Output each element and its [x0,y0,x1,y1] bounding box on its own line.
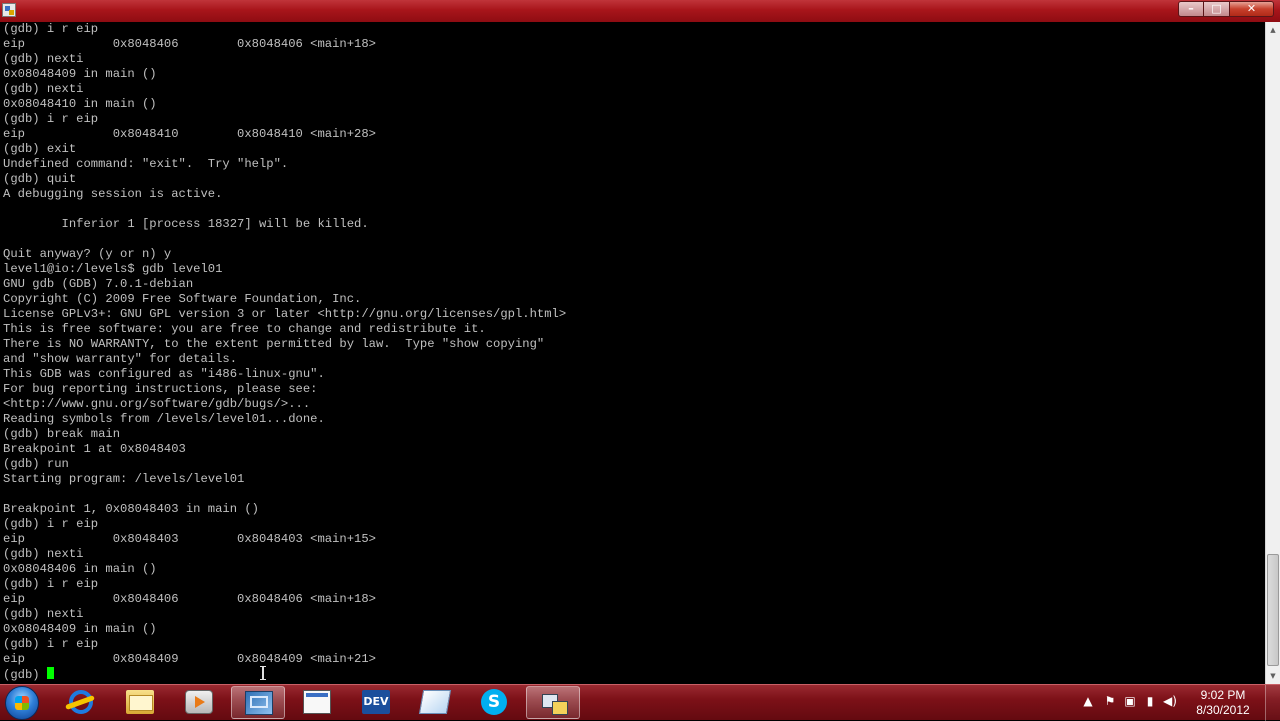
terminal-line: Quit anyway? (y or n) y [3,247,172,261]
flag-icon[interactable]: ⚑ [1102,693,1118,709]
clock-time: 9:02 PM [1200,688,1246,702]
taskbar-clock[interactable]: 9:02 PM 8/30/2012 [1188,688,1258,718]
terminal-line: There is NO WARRANTY, to the extent perm… [3,337,545,351]
internet-explorer-icon [69,690,93,714]
tray-overflow-arrow-icon[interactable]: ▲ [1080,693,1096,709]
taskbar-button-media-player[interactable] [172,686,226,719]
terminal-line: (gdb) i r eip [3,112,99,126]
dev-icon: DEV [362,690,390,714]
taskbar-button-windows-explorer[interactable] [113,686,167,719]
media-player-icon [185,690,213,714]
terminal-line: GNU gdb (GDB) 7.0.1-debian [3,277,194,291]
taskbar-button-notes-app[interactable] [408,686,462,719]
terminal-line: eip 0x8048406 0x8048406 <main+18> [3,37,376,51]
terminal-window[interactable]: (gdb) i r eip eip 0x8048406 0x8048406 <m… [0,22,1265,684]
clock-date: 8/30/2012 [1196,703,1250,717]
mouse-ibeam-cursor-icon [260,666,266,680]
window-controls: – □ ✕ [1178,1,1274,17]
putty-icon [540,691,568,715]
taskbar: DEV S ▲ ⚑ ▣ ▮ ◀) 9:02 PM 8/30/2012 [0,684,1280,721]
terminal-line: This GDB was configured as "i486-linux-g… [3,367,325,381]
close-button[interactable]: ✕ [1230,1,1274,17]
terminal-line: (gdb) nexti [3,82,84,96]
start-button[interactable] [5,686,39,720]
window-title-bar[interactable]: – □ ✕ [0,0,1280,22]
terminal-line: 0x08048410 in main () [3,97,157,111]
terminal-line: eip 0x8048406 0x8048406 <main+18> [3,592,376,606]
scroll-down-arrow-icon[interactable]: ▼ [1266,668,1280,684]
terminal-line: (gdb) i r eip [3,577,99,591]
terminal-line: A debugging session is active. [3,187,223,201]
taskbar-button-dev-app[interactable]: DEV [349,686,403,719]
signal-icon[interactable]: ▮ [1142,693,1158,709]
system-tray: ▲ ⚑ ▣ ▮ ◀) 9:02 PM 8/30/2012 [1080,685,1280,721]
terminal-line: (gdb) nexti [3,52,84,66]
terminal-line: Inferior 1 [process 18327] will be kille… [61,217,369,231]
terminal-line: License GPLv3+: GNU GPL version 3 or lat… [3,307,567,321]
terminal-line: 0x08048406 in main () [3,562,157,576]
terminal-line: (gdb) quit [3,172,77,186]
folder-icon [126,690,154,714]
terminal-line: Reading symbols from /levels/level01...d… [3,412,325,426]
taskbar-button-putty[interactable] [526,686,580,719]
taskbar-button-remote-desktop[interactable] [231,686,285,719]
terminal-line: 0x08048409 in main () [3,622,157,636]
network-icon[interactable]: ▣ [1122,693,1138,709]
terminal-cursor [46,667,54,679]
terminal-line: Copyright (C) 2009 Free Software Foundat… [3,292,362,306]
skype-icon: S [481,689,507,715]
terminal-line: (gdb) run [3,457,69,471]
scroll-up-arrow-icon[interactable]: ▲ [1266,22,1280,38]
minimize-button[interactable]: – [1178,1,1204,17]
volume-icon[interactable]: ◀) [1162,693,1178,709]
terminal-line: Undefined command: "exit". Try "help". [3,157,289,171]
terminal-line: eip 0x8048409 0x8048409 <main+21> [3,652,376,666]
terminal-line: This is free software: you are free to c… [3,322,486,336]
taskbar-button-window-app[interactable] [290,686,344,719]
terminal-line: For bug reporting instructions, please s… [3,382,318,396]
putty-app-icon[interactable] [2,3,16,17]
terminal-line: eip 0x8048403 0x8048403 <main+15> [3,532,376,546]
terminal-prompt[interactable]: (gdb) [3,668,47,682]
terminal-line: Breakpoint 1, 0x08048403 in main () [3,502,259,516]
terminal-line: (gdb) i r eip [3,637,99,651]
terminal-line: (gdb) nexti [3,607,84,621]
terminal-line: 0x08048409 in main () [3,67,157,81]
terminal-line: eip 0x8048410 0x8048410 <main+28> [3,127,376,141]
window-icon [303,690,331,714]
taskbar-button-internet-explorer[interactable] [54,686,108,719]
terminal-line: Breakpoint 1 at 0x8048403 [3,442,186,456]
maximize-button[interactable]: □ [1204,1,1230,17]
terminal-line: Starting program: /levels/level01 [3,472,245,486]
terminal-line: (gdb) i r eip [3,22,99,36]
terminal-line: and "show warranty" for details. [3,352,238,366]
notes-icon [418,690,452,714]
terminal-line: (gdb) exit [3,142,77,156]
terminal-line: (gdb) nexti [3,547,84,561]
vertical-scrollbar[interactable]: ▲ ▼ [1265,22,1280,684]
terminal-line: (gdb) break main [3,427,121,441]
terminal-line: (gdb) i r eip [3,517,99,531]
terminal-output: (gdb) i r eip eip 0x8048406 0x8048406 <m… [0,22,1265,683]
taskbar-button-skype[interactable]: S [467,686,521,719]
scroll-thumb[interactable] [1267,554,1279,666]
terminal-lines: (gdb) i r eip eip 0x8048406 0x8048406 <m… [3,22,566,666]
show-desktop-button[interactable] [1265,685,1280,721]
remote-desktop-icon [245,691,273,715]
terminal-line: level1@io:/levels$ gdb level01 [3,262,223,276]
terminal-line: <http://www.gnu.org/software/gdb/bugs/>.… [3,397,311,411]
